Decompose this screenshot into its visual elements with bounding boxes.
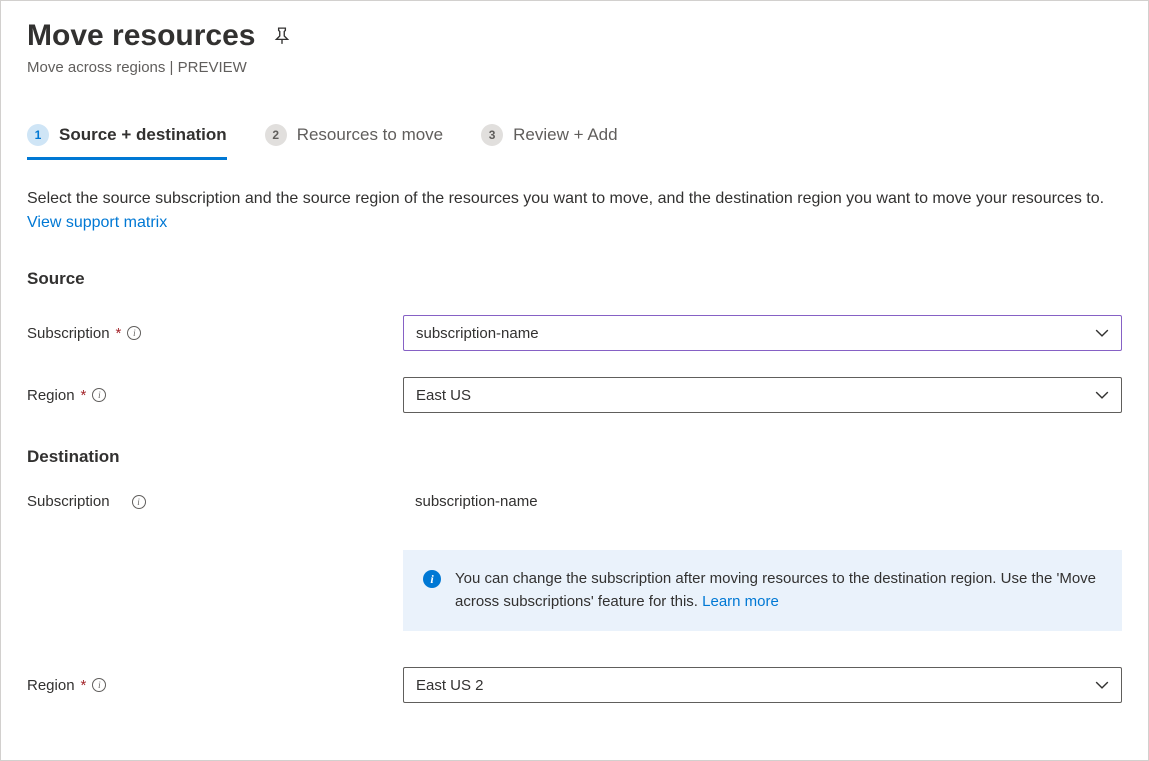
- required-marker: *: [81, 677, 87, 694]
- learn-more-link[interactable]: Learn more: [702, 593, 779, 610]
- dropdown-value: subscription-name: [416, 325, 539, 342]
- chevron-down-icon: [1095, 388, 1109, 402]
- required-marker: *: [116, 325, 122, 342]
- destination-subscription-label: Subscription: [27, 493, 110, 510]
- info-icon[interactable]: i: [92, 388, 106, 402]
- source-subscription-label: Subscription: [27, 325, 110, 342]
- tab-number: 1: [27, 124, 49, 146]
- info-circle-icon: i: [423, 570, 441, 588]
- dropdown-value: East US 2: [416, 677, 484, 694]
- destination-heading: Destination: [27, 447, 1122, 467]
- destination-subscription-value: subscription-name: [403, 493, 538, 510]
- source-heading: Source: [27, 269, 1122, 289]
- required-marker: *: [81, 387, 87, 404]
- info-message-box: i You can change the subscription after …: [403, 550, 1122, 631]
- chevron-down-icon: [1095, 678, 1109, 692]
- label-wrap: Subscription * i: [27, 325, 403, 342]
- source-subscription-dropdown[interactable]: subscription-name: [403, 315, 1122, 351]
- header-row: Move resources: [27, 19, 1122, 53]
- label-wrap: Subscription i: [27, 493, 403, 510]
- tab-number: 3: [481, 124, 503, 146]
- source-region-row: Region * i East US: [27, 377, 1122, 413]
- tab-source-destination[interactable]: 1 Source + destination: [27, 124, 227, 158]
- page-title: Move resources: [27, 19, 255, 53]
- pin-icon[interactable]: [273, 27, 291, 45]
- dropdown-value: East US: [416, 387, 471, 404]
- chevron-down-icon: [1095, 326, 1109, 340]
- description-text: Select the source subscription and the s…: [27, 187, 1122, 235]
- tab-label: Review + Add: [513, 125, 617, 145]
- destination-region-row: Region * i East US 2: [27, 667, 1122, 703]
- source-subscription-row: Subscription * i subscription-name: [27, 315, 1122, 351]
- tab-review-add[interactable]: 3 Review + Add: [481, 124, 617, 158]
- destination-subscription-row: Subscription i subscription-name: [27, 493, 1122, 510]
- label-wrap: Region * i: [27, 387, 403, 404]
- info-icon[interactable]: i: [127, 326, 141, 340]
- description-body: Select the source subscription and the s…: [27, 190, 1104, 207]
- tab-label: Source + destination: [59, 125, 227, 145]
- source-region-label: Region: [27, 387, 75, 404]
- info-message-text: You can change the subscription after mo…: [455, 568, 1102, 613]
- info-icon[interactable]: i: [132, 495, 146, 509]
- tab-number: 2: [265, 124, 287, 146]
- wizard-tabs: 1 Source + destination 2 Resources to mo…: [27, 124, 1122, 159]
- label-wrap: Region * i: [27, 677, 403, 694]
- source-region-dropdown[interactable]: East US: [403, 377, 1122, 413]
- page-container: Move resources Move across regions | PRE…: [0, 0, 1149, 761]
- view-support-matrix-link[interactable]: View support matrix: [27, 214, 167, 231]
- tab-label: Resources to move: [297, 125, 443, 145]
- destination-region-label: Region: [27, 677, 75, 694]
- page-subtitle: Move across regions | PREVIEW: [27, 59, 1122, 76]
- info-icon[interactable]: i: [92, 678, 106, 692]
- tab-resources-to-move[interactable]: 2 Resources to move: [265, 124, 443, 158]
- destination-region-dropdown[interactable]: East US 2: [403, 667, 1122, 703]
